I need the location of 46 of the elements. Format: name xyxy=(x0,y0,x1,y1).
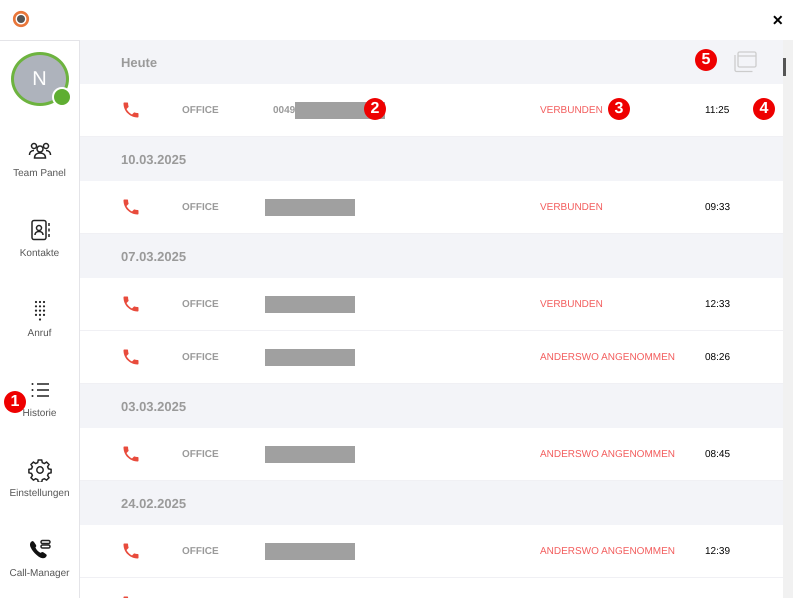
call-time: 12:39 xyxy=(705,546,730,556)
call-status: VERBUNDEN xyxy=(540,202,603,212)
call-time: 12:33 xyxy=(705,298,730,310)
line-label: OFFICE xyxy=(182,298,220,310)
call-status: ANDERSWO ANGENOMMEN xyxy=(540,352,676,362)
line-label: OFFICE xyxy=(182,104,220,116)
date-label: 24.02.2025 xyxy=(121,496,186,510)
call-row[interactable]: OFFICE ANDERSWO ANGENOMMEN 12:39 xyxy=(80,525,783,578)
phone-icon xyxy=(121,197,141,217)
phone-icon xyxy=(121,444,141,464)
nav-item[interactable]: Anruf xyxy=(0,278,80,358)
call-status: ANDERSWO ANGENOMMEN xyxy=(540,448,676,460)
nav-item[interactable]: Call-Manager xyxy=(0,518,80,598)
nav-item[interactable]: Einstellungen xyxy=(0,438,80,518)
phone-icon xyxy=(121,347,141,367)
avatar-initial: N xyxy=(32,68,47,90)
call-time: 09:33 xyxy=(705,202,730,212)
line-label: OFFICE xyxy=(182,546,220,556)
line-label: OFFICE xyxy=(182,202,220,212)
call-status: ANDERSWO ANGENOMMEN xyxy=(540,546,676,556)
phone-number: 0049 xyxy=(273,104,296,116)
callout-badge: 4 xyxy=(753,98,775,120)
callout-badge: 2 xyxy=(364,98,386,120)
callout-badge: 3 xyxy=(608,98,630,120)
app-logo-icon xyxy=(12,10,30,28)
call-status: VERBUNDEN xyxy=(540,104,603,116)
windows-icon[interactable] xyxy=(732,50,758,74)
call-time: 08:26 xyxy=(705,352,730,362)
line-label: OFFICE xyxy=(182,448,220,460)
line-label: OFFICE xyxy=(182,352,220,362)
call-status: VERBUNDEN xyxy=(540,298,603,310)
date-label: Heute xyxy=(121,54,158,70)
call-row[interactable]: OFFICE VERBUNDEN 12:33 xyxy=(80,278,783,331)
call-time: 08:45 xyxy=(705,448,730,460)
nav-item[interactable]: Team Panel xyxy=(0,118,80,198)
date-label: 07.03.2025 xyxy=(121,248,186,264)
scrollbar[interactable] xyxy=(783,40,793,598)
phone-icon xyxy=(121,100,141,120)
close-button[interactable]: × xyxy=(768,10,787,30)
date-label: 03.03.2025 xyxy=(121,398,186,414)
nav-item[interactable]: Kontakte xyxy=(0,198,80,278)
phone-icon xyxy=(121,541,141,561)
call-time: 11:25 xyxy=(705,104,730,116)
date-label: 10.03.2025 xyxy=(121,152,186,166)
phone-icon xyxy=(121,294,141,314)
settings-icon xyxy=(28,458,52,482)
